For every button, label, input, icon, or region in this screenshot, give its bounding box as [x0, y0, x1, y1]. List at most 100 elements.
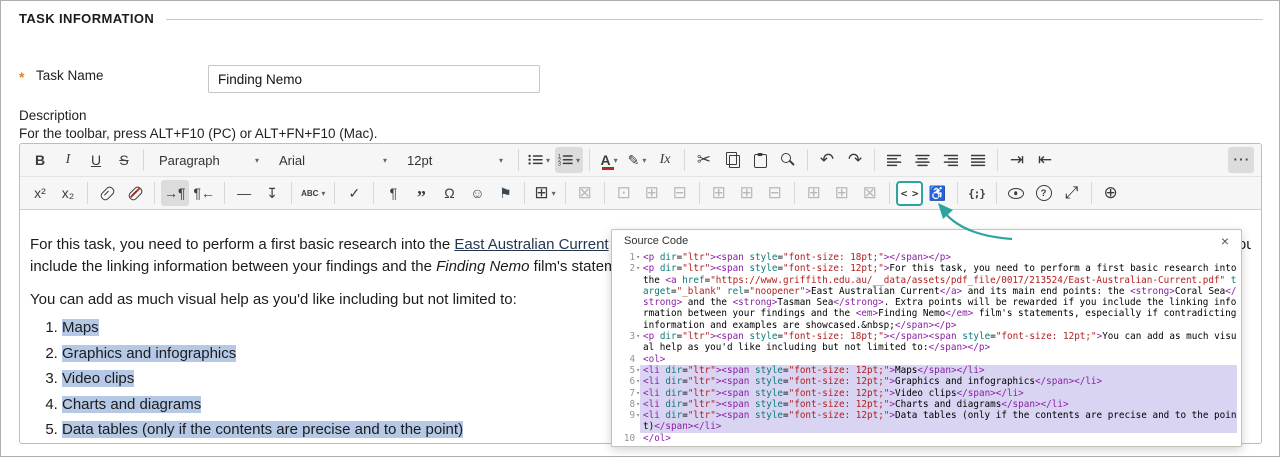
delete-column-icon: ⊠	[862, 183, 877, 202]
close-icon[interactable]: ×	[1221, 234, 1229, 248]
text-color-button[interactable]: A ▾	[596, 147, 622, 173]
emoticons-button[interactable]: ☺	[464, 180, 490, 206]
insert-row-below-button[interactable]: ⊞	[734, 180, 760, 206]
task-name-input[interactable]	[208, 65, 540, 93]
content-link[interactable]: East Australian Current	[454, 236, 608, 253]
split-cell-button[interactable]: ⊟	[667, 180, 693, 206]
delete-row-button[interactable]: ⊟	[762, 180, 788, 206]
scissors-icon: ✂	[696, 150, 712, 169]
indent-button[interactable]: ⇥	[1004, 147, 1030, 173]
line-number: 9 ▾	[629, 410, 640, 422]
source-code-button[interactable]: < >	[895, 180, 923, 206]
clear-formatting-icon: Ix	[659, 152, 671, 167]
code-text[interactable]: <p dir="ltr"><span style="font-size: 18p…	[640, 331, 1237, 354]
code-text[interactable]: </ol>	[640, 433, 1237, 443]
insert-row-above-icon: ⊞	[711, 183, 726, 202]
clear-formatting-button[interactable]: Ix	[652, 147, 678, 173]
font-family-select[interactable]: Arial ▾	[271, 147, 395, 173]
subscript-button[interactable]: x₂	[55, 180, 81, 206]
code-text[interactable]: <li dir="ltr"><span style="font-size: 12…	[640, 364, 1237, 377]
spellcheck-button[interactable]: ABC ▾	[298, 180, 328, 206]
delete-column-button[interactable]: ⊠	[857, 180, 883, 206]
fullscreen-button[interactable]: ⤢	[1059, 180, 1085, 206]
more-toolbar-button[interactable]: ⋯	[1228, 147, 1254, 173]
spellcheck-toggle-button[interactable]: ✓	[341, 180, 367, 206]
toolbar-separator	[698, 182, 700, 204]
add-content-button[interactable]: ⊕	[1098, 180, 1124, 206]
page-break-button[interactable]: ↧	[259, 180, 285, 206]
align-right-icon	[943, 154, 958, 167]
code-text[interactable]: <li dir="ltr"><span style="font-size: 12…	[640, 387, 1237, 399]
align-center-button[interactable]	[909, 147, 935, 173]
align-left-button[interactable]	[881, 147, 907, 173]
toolbar-separator	[793, 182, 795, 204]
highlighter-icon: ✎	[627, 151, 640, 168]
delete-table-button[interactable]: ⊠	[572, 180, 598, 206]
numbered-list-icon: 123	[558, 154, 573, 167]
code-line: 1 ▾ <p dir="ltr"><span style="font-size: 1…	[616, 252, 1237, 263]
toolbar-separator	[564, 182, 566, 204]
font-size-select[interactable]: 12pt ▾	[399, 147, 511, 173]
code-text[interactable]: <ol>	[640, 354, 1237, 365]
paragraph-style-select[interactable]: Paragraph ▾	[151, 147, 267, 173]
code-line: 5 ▾ <li dir="ltr"><span style="font-size: …	[616, 364, 1237, 377]
undo-button[interactable]: ↶	[814, 147, 840, 173]
toolbar-separator	[224, 182, 226, 204]
code-line: 3 ▾ <p dir="ltr"><span style="font-size: 1…	[616, 331, 1237, 354]
special-character-button[interactable]: Ω	[436, 180, 462, 206]
selected-text: Graphics and infographics	[62, 344, 237, 362]
svg-text:3: 3	[558, 161, 561, 166]
align-justify-button[interactable]	[965, 147, 991, 173]
ltr-paragraph-icon: →¶	[164, 185, 186, 201]
toolbar-separator	[603, 182, 605, 204]
underline-button[interactable]: U	[83, 147, 109, 173]
code-editor[interactable]: 1 ▾ <p dir="ltr"><span style="font-size: 1…	[616, 252, 1237, 443]
blockquote-button[interactable]: ”	[408, 180, 434, 206]
show-invisibles-button[interactable]: ¶	[380, 180, 406, 206]
font-size-select-label: 12pt	[407, 152, 433, 168]
copy-button[interactable]	[719, 147, 745, 173]
code-line: 10▾ </ol>	[616, 433, 1237, 443]
bookmark-icon: ⚑	[499, 184, 512, 201]
code-text[interactable]: <li dir="ltr"><span style="font-size: 12…	[640, 410, 1237, 433]
bullet-list-button[interactable]: ▾	[525, 147, 553, 173]
italic-button[interactable]: I	[55, 147, 81, 173]
align-right-button[interactable]	[937, 147, 963, 173]
superscript-button[interactable]: x²	[27, 180, 53, 206]
link-icon	[98, 184, 116, 202]
insert-column-before-button[interactable]: ⊞	[801, 180, 827, 206]
rtl-direction-button[interactable]: ¶←	[191, 180, 219, 206]
italic-icon: I	[65, 152, 71, 167]
cut-button[interactable]: ✂	[691, 147, 717, 173]
insert-column-after-button[interactable]: ⊞	[829, 180, 855, 206]
highlight-color-button[interactable]: ✎ ▾	[624, 147, 650, 173]
table-button[interactable]: ⊞ ▾	[531, 180, 558, 206]
insert-row-above-button[interactable]: ⊞	[706, 180, 732, 206]
horizontal-rule-button[interactable]: —	[231, 180, 257, 206]
code-text[interactable]: <li dir="ltr"><span style="font-size: 12…	[640, 398, 1237, 411]
line-number: 3 ▾	[629, 331, 640, 343]
code-text[interactable]: <p dir="ltr"><span style="font-size: 18p…	[640, 252, 1237, 263]
insert-link-button[interactable]	[94, 180, 120, 206]
code-text[interactable]: <p dir="ltr"><span style="font-size: 12p…	[640, 263, 1237, 331]
toolbar-separator	[143, 149, 144, 171]
strikethrough-button[interactable]: S	[111, 147, 137, 173]
page-break-icon: ↧	[266, 184, 278, 201]
search-button[interactable]	[775, 147, 801, 173]
indent-icon: ⇥	[1009, 150, 1025, 169]
paste-button[interactable]	[747, 147, 773, 173]
table-icon: ⊞	[534, 183, 549, 202]
toolbar-separator	[524, 182, 526, 204]
table-cell-properties-button[interactable]: ⊡	[611, 180, 637, 206]
remove-link-button[interactable]	[122, 180, 148, 206]
code-text[interactable]: <li dir="ltr"><span style="font-size: 12…	[640, 376, 1237, 388]
help-button[interactable]: ?	[1031, 180, 1057, 206]
merge-cells-button[interactable]: ⊞	[639, 180, 665, 206]
outdent-button[interactable]: ⇤	[1032, 147, 1058, 173]
bold-button[interactable]: B	[27, 147, 53, 173]
anchor-button[interactable]: ⚑	[492, 180, 518, 206]
redo-button[interactable]: ↷	[842, 147, 868, 173]
numbered-list-button[interactable]: 1 2 3 ▾	[555, 147, 584, 173]
color-bar	[602, 167, 615, 170]
ltr-direction-button[interactable]: →¶	[161, 180, 189, 206]
